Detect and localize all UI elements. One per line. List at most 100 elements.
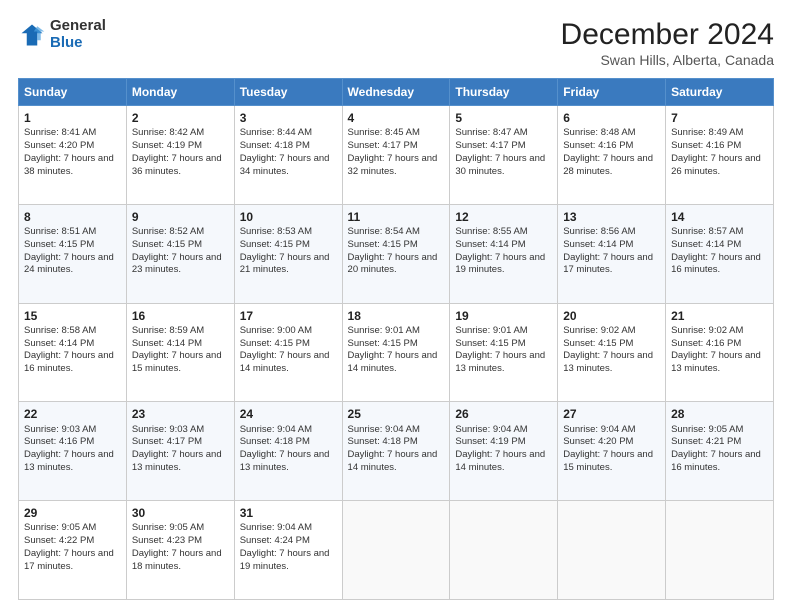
calendar-header-wednesday: Wednesday — [342, 79, 450, 106]
sunset-label: Sunset: 4:15 PM — [24, 239, 94, 250]
day-number: 11 — [348, 209, 445, 225]
daylight-label: Daylight: 7 hours and 14 minutes. — [348, 449, 438, 473]
daylight-label: Daylight: 7 hours and 14 minutes. — [348, 350, 438, 374]
calendar-cell: 24Sunrise: 9:04 AMSunset: 4:18 PMDayligh… — [234, 402, 342, 501]
sunset-label: Sunset: 4:15 PM — [348, 239, 418, 250]
day-number: 30 — [132, 505, 229, 521]
sunset-label: Sunset: 4:17 PM — [455, 140, 525, 151]
calendar-cell: 9Sunrise: 8:52 AMSunset: 4:15 PMDaylight… — [126, 204, 234, 303]
calendar-cell: 30Sunrise: 9:05 AMSunset: 4:23 PMDayligh… — [126, 501, 234, 600]
day-number: 6 — [563, 110, 660, 126]
sunset-label: Sunset: 4:19 PM — [132, 140, 202, 151]
day-number: 17 — [240, 308, 337, 324]
sunrise-label: Sunrise: 9:00 AM — [240, 325, 312, 336]
sunrise-label: Sunrise: 8:45 AM — [348, 127, 420, 138]
sunrise-label: Sunrise: 8:47 AM — [455, 127, 527, 138]
calendar-header-tuesday: Tuesday — [234, 79, 342, 106]
sunrise-label: Sunrise: 8:55 AM — [455, 226, 527, 237]
calendar-cell: 15Sunrise: 8:58 AMSunset: 4:14 PMDayligh… — [19, 303, 127, 402]
daylight-label: Daylight: 7 hours and 14 minutes. — [455, 449, 545, 473]
daylight-label: Daylight: 7 hours and 15 minutes. — [132, 350, 222, 374]
sunset-label: Sunset: 4:22 PM — [24, 535, 94, 546]
main-title: December 2024 — [561, 18, 774, 52]
sunset-label: Sunset: 4:15 PM — [455, 338, 525, 349]
calendar-week-5: 29Sunrise: 9:05 AMSunset: 4:22 PMDayligh… — [19, 501, 774, 600]
calendar-header-monday: Monday — [126, 79, 234, 106]
day-number: 5 — [455, 110, 552, 126]
calendar-cell: 5Sunrise: 8:47 AM Sunset: 4:17 PM Daylight… — [450, 106, 558, 205]
sunrise-label: Sunrise: 9:04 AM — [348, 424, 420, 435]
sunset-label: Sunset: 4:16 PM — [24, 436, 94, 447]
calendar-cell: 22Sunrise: 9:03 AMSunset: 4:16 PMDayligh… — [19, 402, 127, 501]
logo-general: General — [50, 17, 106, 34]
sunset-label: Sunset: 4:15 PM — [240, 239, 310, 250]
sunset-label: Sunset: 4:14 PM — [132, 338, 202, 349]
sunrise-label: Sunrise: 8:48 AM — [563, 127, 635, 138]
sunrise-label: Sunrise: 9:04 AM — [240, 522, 312, 533]
sunrise-label: Sunrise: 8:56 AM — [563, 226, 635, 237]
sunset-label: Sunset: 4:23 PM — [132, 535, 202, 546]
sunrise-label: Sunrise: 9:04 AM — [455, 424, 527, 435]
daylight-label: Daylight: 7 hours and 14 minutes. — [240, 350, 330, 374]
daylight-label: Daylight: 7 hours and 36 minutes. — [132, 153, 222, 177]
daylight-label: Daylight: 7 hours and 17 minutes. — [563, 252, 653, 276]
calendar-cell — [342, 501, 450, 600]
calendar-cell: 10Sunrise: 8:53 AMSunset: 4:15 PMDayligh… — [234, 204, 342, 303]
calendar-cell: 8Sunrise: 8:51 AMSunset: 4:15 PMDaylight… — [19, 204, 127, 303]
sunrise-label: Sunrise: 8:41 AM — [24, 127, 96, 138]
calendar-week-4: 22Sunrise: 9:03 AMSunset: 4:16 PMDayligh… — [19, 402, 774, 501]
day-number: 18 — [348, 308, 445, 324]
sunset-label: Sunset: 4:15 PM — [132, 239, 202, 250]
day-number: 26 — [455, 406, 552, 422]
day-number: 25 — [348, 406, 445, 422]
calendar-cell: 28Sunrise: 9:05 AMSunset: 4:21 PMDayligh… — [666, 402, 774, 501]
day-number: 21 — [671, 308, 768, 324]
calendar-cell: 11Sunrise: 8:54 AMSunset: 4:15 PMDayligh… — [342, 204, 450, 303]
sunrise-label: Sunrise: 8:51 AM — [24, 226, 96, 237]
sunrise-label: Sunrise: 9:03 AM — [24, 424, 96, 435]
day-number: 7 — [671, 110, 768, 126]
calendar-cell: 23Sunrise: 9:03 AMSunset: 4:17 PMDayligh… — [126, 402, 234, 501]
sunrise-label: Sunrise: 9:05 AM — [132, 522, 204, 533]
calendar-week-2: 8Sunrise: 8:51 AMSunset: 4:15 PMDaylight… — [19, 204, 774, 303]
sunrise-label: Sunrise: 8:57 AM — [671, 226, 743, 237]
sunset-label: Sunset: 4:16 PM — [671, 338, 741, 349]
title-block: December 2024 Swan Hills, Alberta, Canad… — [561, 18, 774, 68]
day-number: 24 — [240, 406, 337, 422]
day-number: 1 — [24, 110, 121, 126]
sunrise-label: Sunrise: 8:59 AM — [132, 325, 204, 336]
sunrise-label: Sunrise: 9:02 AM — [671, 325, 743, 336]
calendar-cell: 16Sunrise: 8:59 AMSunset: 4:14 PMDayligh… — [126, 303, 234, 402]
subtitle: Swan Hills, Alberta, Canada — [561, 52, 774, 68]
daylight-label: Daylight: 7 hours and 13 minutes. — [132, 449, 222, 473]
sunrise-label: Sunrise: 8:52 AM — [132, 226, 204, 237]
sunrise-label: Sunrise: 8:58 AM — [24, 325, 96, 336]
calendar-cell: 7Sunrise: 8:49 AMSunset: 4:16 PMDaylight… — [666, 106, 774, 205]
day-number: 14 — [671, 209, 768, 225]
calendar-header-friday: Friday — [558, 79, 666, 106]
daylight-label: Daylight: 7 hours and 13 minutes. — [671, 350, 761, 374]
logo-text: General Blue — [50, 18, 106, 51]
logo-icon — [18, 21, 46, 49]
daylight-label: Daylight: 7 hours and 30 minutes. — [455, 153, 545, 177]
calendar-cell — [450, 501, 558, 600]
sunrise-label: Sunrise: 8:49 AM — [671, 127, 743, 138]
calendar-cell: 12Sunrise: 8:55 AMSunset: 4:14 PMDayligh… — [450, 204, 558, 303]
sunrise-label: Sunrise: 9:01 AM — [455, 325, 527, 336]
sunrise-label: Sunrise: 9:05 AM — [24, 522, 96, 533]
daylight-label: Daylight: 7 hours and 17 minutes. — [24, 548, 114, 572]
sunset-label: Sunset: 4:20 PM — [24, 140, 94, 151]
sunset-label: Sunset: 4:19 PM — [455, 436, 525, 447]
daylight-label: Daylight: 7 hours and 13 minutes. — [563, 350, 653, 374]
calendar-cell: 27Sunrise: 9:04 AMSunset: 4:20 PMDayligh… — [558, 402, 666, 501]
sunset-label: Sunset: 4:16 PM — [563, 140, 633, 151]
sunset-label: Sunset: 4:17 PM — [348, 140, 418, 151]
day-number: 3 — [240, 110, 337, 126]
header: General Blue December 2024 Swan Hills, A… — [18, 18, 774, 68]
calendar-cell: 29Sunrise: 9:05 AMSunset: 4:22 PMDayligh… — [19, 501, 127, 600]
daylight-label: Daylight: 7 hours and 38 minutes. — [24, 153, 114, 177]
daylight-label: Daylight: 7 hours and 23 minutes. — [132, 252, 222, 276]
sunrise-label: Sunrise: 9:03 AM — [132, 424, 204, 435]
day-number: 13 — [563, 209, 660, 225]
sunrise-label: Sunrise: 9:02 AM — [563, 325, 635, 336]
